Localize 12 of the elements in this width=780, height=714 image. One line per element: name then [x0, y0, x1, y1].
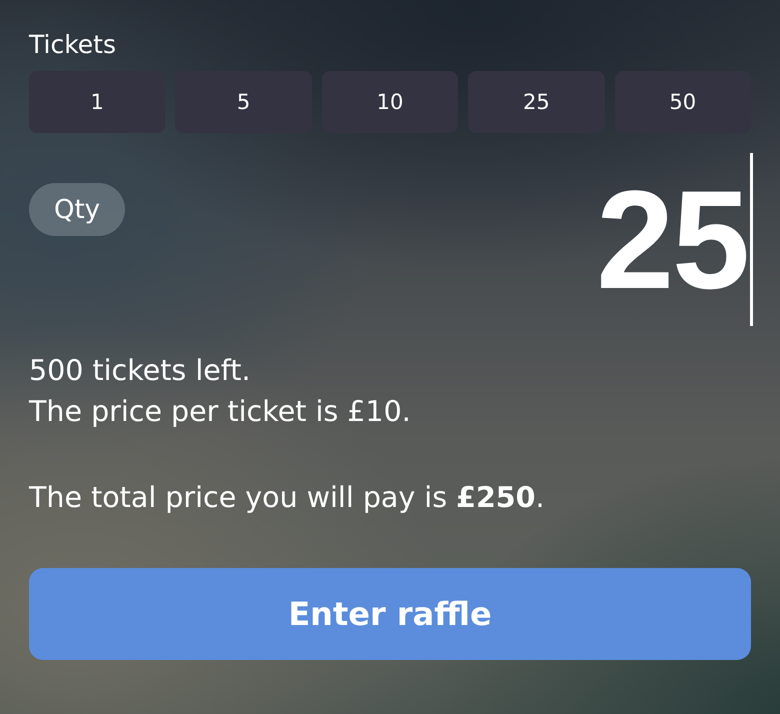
text-cursor-icon — [750, 153, 753, 326]
total-price-text: The total price you will pay is £250. — [29, 480, 546, 516]
quantity-field[interactable]: 25 — [596, 153, 753, 326]
quantity-label: Qty — [29, 183, 126, 236]
preset-button[interactable]: 10 — [322, 71, 458, 133]
preset-button[interactable]: 50 — [614, 71, 751, 133]
section-label: Tickets — [29, 31, 117, 59]
info-text: 500 tickets left. — [29, 353, 252, 389]
info-text: The price per ticket is £10. — [29, 394, 412, 430]
preset-button[interactable]: 1 — [29, 71, 166, 133]
preset-button[interactable]: 25 — [468, 71, 605, 133]
preset-button[interactable]: 5 — [175, 71, 312, 133]
